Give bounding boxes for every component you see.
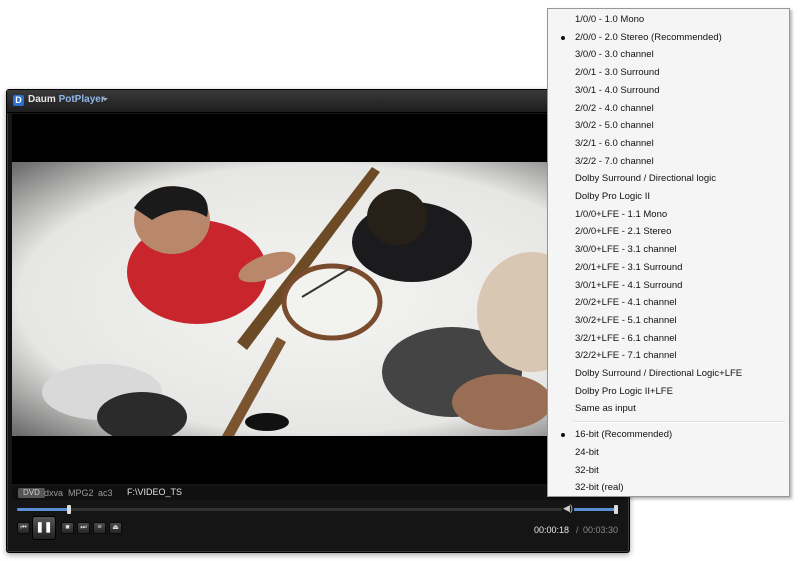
menu-item-channel[interactable]: 3/2/2+LFE - 7.1 channel [550,347,785,364]
menu-item-label: 3/0/0+LFE - 3.1 channel [575,244,677,256]
video-still [12,162,624,436]
menu-item-bitdepth[interactable]: 24-bit [550,444,785,461]
menu-item-channel[interactable]: 3/0/2+LFE - 5.1 channel [550,312,785,329]
radio-bullet-icon [561,433,565,438]
volume-thumb[interactable] [613,505,618,514]
menu-item-channel[interactable]: Dolby Pro Logic II [550,188,785,205]
menu-item-label: 32-bit [575,464,599,476]
menu-item-channel[interactable]: 3/0/0+LFE - 3.1 channel [550,241,785,258]
menu-item-label: 2/0/1+LFE - 3.1 Surround [575,261,683,273]
menu-item-label: 3/2/1+LFE - 6.1 channel [575,332,677,344]
menu-item-channel[interactable]: 2/0/1 - 3.0 Surround [550,64,785,81]
codec-label: dxva [44,488,64,498]
volume-icon[interactable]: ◀) [563,503,573,514]
menu-item-channel[interactable]: 2/0/2 - 4.0 channel [550,100,785,117]
menu-item-channel[interactable]: 2/0/0 - 2.0 Stereo (Recommended) [550,29,785,46]
menu-item-channel[interactable]: 3/2/2 - 7.0 channel [550,153,785,170]
dvd-badge: DVD [18,488,45,498]
menu-item-channel[interactable]: 2/0/0+LFE - 2.1 Stereo [550,223,785,240]
menu-item-bitdepth[interactable]: 16-bit (Recommended) [550,426,785,443]
menu-item-label: Dolby Surround / Directional logic [575,173,716,185]
seek-bar[interactable] [17,505,562,514]
title-bar[interactable]: D Daum PotPlayer [7,90,629,113]
previous-button[interactable]: ⏮ [17,522,30,534]
chevron-down-icon[interactable] [102,98,108,101]
player-window: D Daum PotPlayer DVD dxva MPG2 ac3 F:\VI… [6,89,630,553]
next-button[interactable]: ⏭ [77,522,90,534]
menu-item-bitdepth[interactable]: 32-bit [550,462,785,479]
stop-button[interactable]: ■ [61,522,74,534]
menu-item-label: 1/0/0 - 1.0 Mono [575,14,645,25]
menu-item-label: 3/0/2+LFE - 5.1 channel [575,314,677,326]
menu-item-channel[interactable]: 2/0/2+LFE - 4.1 channel [550,294,785,311]
eject-button[interactable]: ⏏ [109,522,122,534]
app-product: PotPlayer [58,94,105,105]
menu-item-label: 2/0/1 - 3.0 Surround [575,67,660,79]
seek-bar-fill [17,508,69,511]
app-title[interactable]: Daum PotPlayer [28,94,105,105]
time-current: 00:00:18 [534,525,570,535]
menu-item-label: 2/0/0+LFE - 2.1 Stereo [575,226,672,238]
codec-label: MPG2 [68,488,94,498]
seek-thumb[interactable] [66,505,71,514]
menu-item-label: 3/2/2 - 7.0 channel [575,155,654,167]
time-total: 00:03:30 [583,525,619,535]
menu-item-label: 16-bit (Recommended) [575,429,673,441]
menu-item-label: 24-bit [575,446,599,458]
menu-item-channel[interactable]: Dolby Surround / Directional Logic+LFE [550,365,785,382]
menu-item-channel[interactable]: Same as input [550,400,785,417]
menu-item-channel[interactable]: 3/0/0 - 3.0 channel [550,46,785,63]
menu-item-label: 1/0/0+LFE - 1.1 Mono [575,208,668,220]
menu-item-channel[interactable]: 3/0/1+LFE - 4.1 Surround [550,277,785,294]
menu-item-label: 3/0/2 - 5.0 channel [575,120,654,132]
menu-item-label: Same as input [575,403,636,415]
playlist-button[interactable]: ≡ [93,522,106,534]
volume-fill [574,508,616,511]
menu-item-channel[interactable]: 3/0/1 - 4.0 Surround [550,82,785,99]
menu-item-label: 32-bit (real) [575,482,624,494]
menu-item-channel[interactable]: 3/0/2 - 5.0 channel [550,117,785,134]
menu-item-label: 3/0/0 - 3.0 channel [575,49,654,61]
menu-item-label: 2/0/0 - 2.0 Stereo (Recommended) [575,31,722,43]
menu-item-channel[interactable]: 3/2/1+LFE - 6.1 channel [550,330,785,347]
radio-bullet-icon [561,35,565,40]
menu-item-channel[interactable]: Dolby Pro Logic II+LFE [550,383,785,400]
menu-separator [573,421,785,424]
file-path: F:\VIDEO_TS [127,487,183,497]
time-separator: / [576,525,579,535]
menu-item-label: 2/0/2 - 4.0 channel [575,102,654,114]
volume-slider[interactable] [574,505,618,514]
menu-item-bitdepth[interactable]: 32-bit (real) [550,479,785,496]
menu-item-label: 3/0/1 - 4.0 Surround [575,84,660,96]
menu-item-label: Dolby Pro Logic II [575,191,650,202]
menu-item-channel[interactable]: 2/0/1+LFE - 3.1 Surround [550,259,785,276]
menu-item-label: Dolby Pro Logic II+LFE [575,385,673,397]
video-frame-image [12,162,624,436]
menu-item-label: 3/2/1 - 6.0 channel [575,137,654,149]
menu-item-label: Dolby Surround / Directional Logic+LFE [575,368,743,379]
menu-item-channel[interactable]: Dolby Surround / Directional logic [550,170,785,187]
audio-channel-context-menu: 1/0/0 - 1.0 Mono 2/0/0 - 2.0 Stereo (Reco… [547,8,790,497]
menu-item-label: 3/0/1+LFE - 4.1 Surround [575,279,683,291]
menu-item-label: 2/0/2+LFE - 4.1 channel [575,297,677,309]
pause-button[interactable]: ❚❚ [32,516,56,540]
app-brand: Daum [28,94,56,105]
menu-item-channel[interactable]: 1/0/0 - 1.0 Mono [550,11,785,28]
video-area[interactable] [12,114,624,484]
status-bar: DVD dxva MPG2 ac3 F:\VIDEO_TS [12,486,624,500]
menu-item-label: 3/2/2+LFE - 7.1 channel [575,350,677,362]
codec-label: ac3 [98,488,113,498]
app-logo-icon: D [13,95,24,106]
menu-item-channel[interactable]: 1/0/0+LFE - 1.1 Mono [550,206,785,223]
menu-item-channel[interactable]: 3/2/1 - 6.0 channel [550,135,785,152]
